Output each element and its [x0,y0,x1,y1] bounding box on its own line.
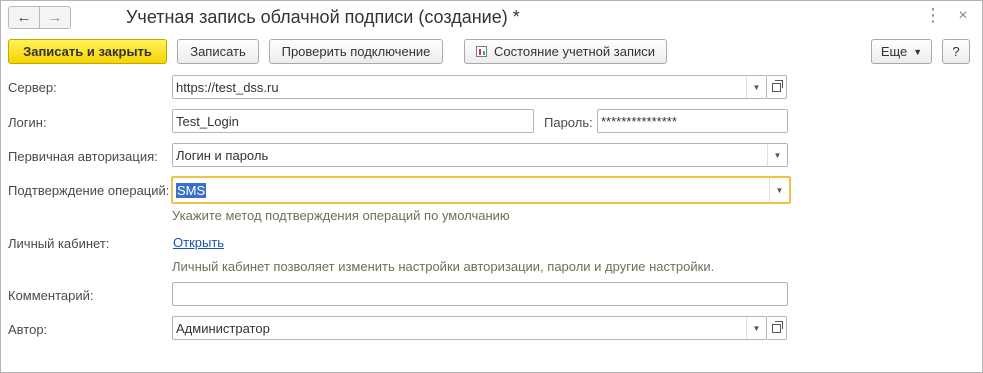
save-and-close-label: Записать и закрыть [23,44,152,59]
more-button[interactable]: Еще ▼ [871,39,932,64]
confirm-ops-hint: Укажите метод подтверждения операций по … [172,208,510,223]
report-icon [475,46,487,57]
form-window: ← → Учетная запись облачной подписи (соз… [0,0,983,373]
cabinet-hint: Личный кабинет позволяет изменить настро… [172,259,715,274]
more-label: Еще [880,44,908,59]
server-label: Сервер: [8,80,57,95]
caret-down-icon: ▼ [913,46,923,57]
chevron-down-icon[interactable]: ▼ [746,76,766,98]
open-icon [772,79,783,92]
account-state-label: Состояние учетной записи [493,44,656,59]
confirm-ops-select[interactable]: SMS ▼ [171,176,791,204]
forward-button[interactable]: → [39,6,71,29]
server-open-button[interactable] [767,75,787,99]
login-label: Логин: [8,115,47,130]
password-value: *************** [601,113,677,129]
password-field[interactable]: *************** [597,109,788,133]
cabinet-label: Личный кабинет: [8,236,110,251]
arrow-right-icon: → [47,9,63,26]
more-menu-icon[interactable]: ⋮ [924,5,942,26]
login-value: Test_Login [176,113,239,129]
help-button[interactable]: ? [942,39,970,64]
comment-label: Комментарий: [8,288,94,303]
comment-field[interactable] [172,282,788,306]
save-and-close-button[interactable]: Записать и закрыть [8,39,167,64]
back-button[interactable]: ← [8,6,40,29]
confirm-ops-label: Подтверждение операций: [8,183,170,198]
save-button[interactable]: Записать [177,39,259,64]
primary-auth-label: Первичная авторизация: [8,149,158,164]
login-field[interactable]: Test_Login [172,109,534,133]
open-cabinet-link[interactable]: Открыть [173,235,224,250]
arrow-left-icon: ← [16,9,32,26]
check-connection-label: Проверить подключение [281,44,431,59]
author-open-button[interactable] [767,316,787,340]
chevron-down-icon[interactable]: ▼ [746,317,766,339]
confirm-ops-value: SMS [176,182,207,198]
server-field[interactable]: https://test_dss.ru ▼ [172,75,767,99]
open-icon [772,320,783,333]
close-icon[interactable]: × [955,7,971,25]
primary-auth-select[interactable]: Логин и пароль ▼ [172,143,788,167]
check-connection-button[interactable]: Проверить подключение [269,39,443,64]
password-label: Пароль: [544,115,593,130]
chevron-down-icon[interactable]: ▼ [767,144,787,166]
server-value: https://test_dss.ru [176,79,279,95]
chevron-down-icon[interactable]: ▼ [769,178,789,202]
account-state-button[interactable]: Состояние учетной записи [464,39,667,64]
primary-auth-value: Логин и пароль [176,147,269,163]
window-title: Учетная запись облачной подписи (создани… [126,7,520,27]
author-value: Администратор [176,320,270,336]
author-label: Автор: [8,322,48,337]
save-label: Записать [190,44,246,59]
author-field[interactable]: Администратор ▼ [172,316,767,340]
help-label: ? [952,44,960,59]
